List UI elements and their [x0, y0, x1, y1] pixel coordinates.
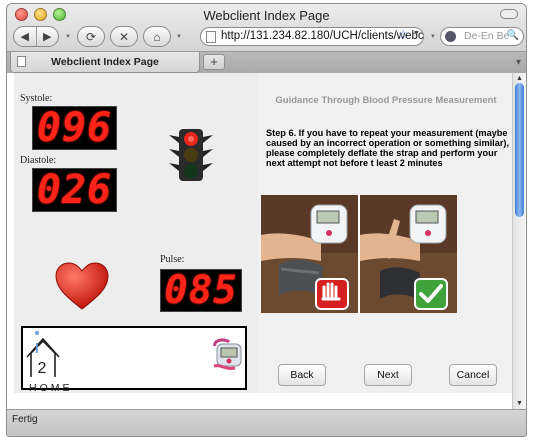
tab-list-icon[interactable]: ▾: [516, 57, 521, 68]
logo-text: HOME: [29, 382, 73, 394]
blood-pressure-monitor-icon: [213, 338, 242, 370]
search-engine-dropdown-icon[interactable]: ▼: [430, 34, 436, 40]
toolbar-toggle-button[interactable]: [500, 9, 518, 19]
systole-label: Systole:: [20, 93, 53, 104]
pulse-label: Pulse:: [160, 254, 185, 265]
vertical-scrollbar[interactable]: ▲ ▼: [512, 73, 526, 409]
next-button[interactable]: Next: [364, 364, 412, 386]
back-forward-group: ◀ ▶: [13, 26, 59, 47]
scroll-thumb[interactable]: [515, 83, 524, 217]
back-arrow-icon[interactable]: ◀: [14, 27, 37, 46]
status-bar: Fertig: [7, 409, 526, 436]
back-button[interactable]: Back: [278, 364, 326, 386]
diastole-display: 026: [32, 167, 117, 213]
stop-icon[interactable]: ✕: [110, 26, 138, 47]
star-icon[interactable]: ☆: [398, 27, 409, 41]
search-input[interactable]: De-En Be 🔍: [440, 27, 524, 46]
reload-icon[interactable]: ⟳: [77, 26, 105, 47]
page-icon: [206, 31, 216, 43]
url-dropdown-icon[interactable]: ▼: [413, 30, 420, 37]
tab-bar: Webclient Index Page + ▾: [7, 51, 526, 73]
monitor-panel: Systole: 096 Diastole: 026 Pulse: 085 2 …: [14, 73, 258, 394]
search-icon[interactable]: 🔍: [507, 30, 519, 41]
i2home-logo-box: 2 HOME: [21, 326, 247, 394]
pulse-display: 085: [160, 268, 242, 313]
home-icon[interactable]: ⌂: [143, 26, 171, 47]
heart-icon: [55, 262, 109, 310]
forward-arrow-icon[interactable]: ▶: [37, 27, 59, 46]
cancel-button[interactable]: Cancel: [449, 364, 497, 386]
logo-number: 2: [38, 360, 47, 377]
scroll-down-icon[interactable]: ▼: [516, 400, 523, 407]
tab-label: Webclient Index Page: [51, 56, 159, 68]
history-dropdown-icon[interactable]: ▼: [65, 34, 71, 40]
window-title: Webclient Index Page: [203, 8, 330, 23]
scroll-up-icon[interactable]: ▲: [516, 75, 523, 82]
correct-method-photo: [360, 195, 457, 313]
step-instruction: Step 6. If you have to repeat your measu…: [266, 128, 510, 168]
navigation-toolbar: ◀ ▶ ▼ ⟳ ✕ ⌂ ▼ http://131.234.82.180/UCH/…: [7, 24, 526, 48]
search-placeholder: De-En Be: [464, 30, 510, 42]
guidance-title: Guidance Through Blood Pressure Measurem…: [275, 95, 497, 106]
page-content: Systole: 096 Diastole: 026 Pulse: 085 2 …: [7, 73, 514, 409]
tab-webclient[interactable]: Webclient Index Page: [10, 52, 200, 73]
new-tab-button[interactable]: +: [203, 54, 225, 70]
traffic-light-icon: [169, 129, 213, 181]
instruction-photos: [261, 195, 457, 313]
diastole-label: Diastole:: [20, 155, 57, 166]
systole-display: 096: [32, 105, 117, 151]
search-engine-icon: [445, 31, 456, 42]
browser-window: Webclient Index Page ◀ ▶ ▼ ⟳ ✕ ⌂ ▼ http:…: [6, 3, 527, 437]
url-text: http://131.234.82.180/UCH/clients/webcl: [221, 30, 424, 42]
title-bar: Webclient Index Page ◀ ▶ ▼ ⟳ ✕ ⌂ ▼ http:…: [7, 4, 526, 73]
i2home-logo-icon: 2: [26, 331, 60, 377]
address-bar[interactable]: http://131.234.82.180/UCH/clients/webcl: [200, 27, 424, 46]
guidance-panel: Guidance Through Blood Pressure Measurem…: [258, 73, 514, 393]
page-icon: [17, 56, 26, 67]
wrong-method-photo: [261, 195, 358, 313]
toolbar-dropdown-icon[interactable]: ▼: [176, 34, 182, 40]
status-text: Fertig: [12, 414, 38, 425]
